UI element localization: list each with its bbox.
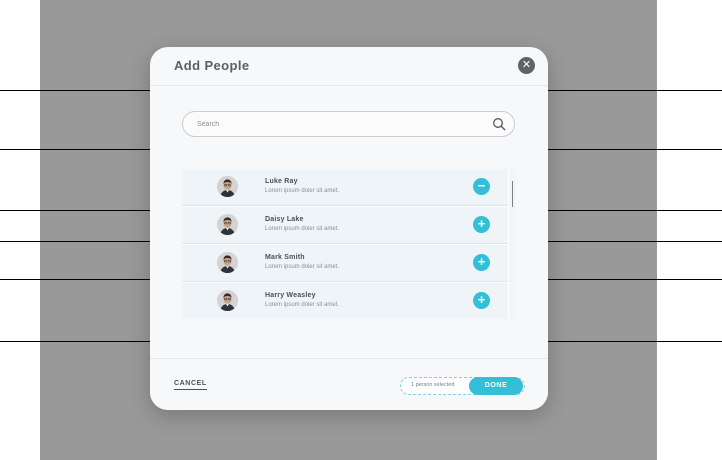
avatar	[217, 290, 238, 311]
cancel-button[interactable]: CANCEL	[174, 380, 207, 390]
list-scrollbar[interactable]	[509, 169, 516, 319]
search-input[interactable]	[197, 117, 467, 131]
search-icon[interactable]	[492, 117, 506, 131]
dialog-header: Add People ✕	[150, 47, 548, 86]
person-row: Mark Smith Lorem ipsum doler sit amet. +	[182, 245, 508, 282]
person-name: Daisy Lake	[265, 216, 304, 223]
avatar	[217, 176, 238, 197]
dialog-footer: CANCEL 1 person selected DONE	[150, 358, 548, 410]
plus-icon: +	[477, 292, 486, 307]
person-description: Lorem ipsum doler sit amet.	[265, 302, 340, 308]
person-row: Luke Ray Lorem ipsum doler sit amet. −	[182, 169, 508, 206]
person-row: Harry Weasley Lorem ipsum doler sit amet…	[182, 283, 508, 319]
person-row: Daisy Lake Lorem ipsum doler sit amet. +	[182, 207, 508, 244]
person-description: Lorem ipsum doler sit amet.	[265, 264, 340, 270]
person-description: Lorem ipsum doler sit amet.	[265, 226, 340, 232]
dialog-title: Add People	[174, 58, 250, 73]
person-name: Luke Ray	[265, 178, 298, 185]
avatar	[217, 252, 238, 273]
person-name: Mark Smith	[265, 254, 305, 261]
selection-count: 1 person selected	[411, 382, 455, 388]
people-list: Luke Ray Lorem ipsum doler sit amet. − D…	[182, 169, 516, 319]
done-button[interactable]: DONE	[469, 377, 523, 395]
add-people-dialog: Add People ✕ Luke Ray	[150, 47, 548, 410]
person-description: Lorem ipsum doler sit amet.	[265, 188, 340, 194]
avatar	[217, 214, 238, 235]
plus-icon: +	[477, 254, 486, 269]
close-icon: ✕	[521, 59, 532, 71]
person-name: Harry Weasley	[265, 292, 316, 299]
minus-icon: −	[477, 178, 486, 193]
remove-person-button[interactable]: −	[473, 178, 490, 195]
search-bar	[182, 111, 515, 137]
add-person-button[interactable]: +	[473, 216, 490, 233]
close-button[interactable]: ✕	[518, 57, 535, 74]
add-person-button[interactable]: +	[473, 254, 490, 271]
scrollbar-thumb[interactable]	[512, 181, 513, 207]
add-person-button[interactable]: +	[473, 292, 490, 309]
plus-icon: +	[477, 216, 486, 231]
